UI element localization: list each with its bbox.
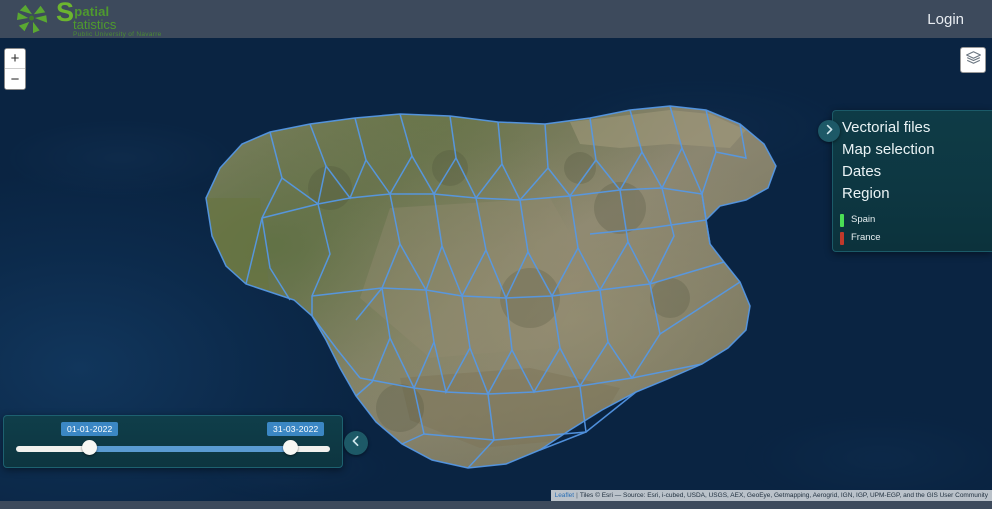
- attribution-separator: |: [576, 492, 578, 499]
- app-footer: [0, 501, 992, 509]
- legend-label-france: France: [851, 232, 881, 243]
- date-slider-start-label: 01-01-2022: [61, 422, 119, 436]
- attribution-text: Tiles © Esri — Source: Esri, i-cubed, US…: [579, 492, 988, 499]
- brand-word-statistics: tatistics: [73, 16, 117, 32]
- date-slider-start-handle[interactable]: [81, 440, 97, 455]
- panel-item-region[interactable]: Region: [833, 183, 992, 205]
- layers-icon: [965, 50, 982, 70]
- zoom-control[interactable]: + −: [4, 48, 26, 90]
- zoom-in-button[interactable]: +: [5, 49, 25, 69]
- region-legend: Spain France: [833, 211, 992, 247]
- legend-color-swatch-france: [840, 231, 844, 245]
- date-range-slider-panel: 01-01-2022 31-03-2022: [3, 415, 343, 468]
- leaflet-map[interactable]: + − Vectorial files Map selection Dates …: [0, 38, 992, 501]
- date-slider-end-handle[interactable]: [282, 440, 298, 455]
- panel-collapse-toggle[interactable]: [818, 120, 840, 142]
- panel-item-dates[interactable]: Dates: [833, 161, 992, 183]
- legend-item-spain[interactable]: Spain: [840, 211, 992, 229]
- map-attribution: Leaflet | Tiles © Esri — Source: Esri, i-c…: [550, 490, 992, 501]
- spatial-statistics-logo-icon: [14, 2, 52, 36]
- app-header: Spatial tatistics Public University of N…: [0, 0, 992, 38]
- brand-logo[interactable]: Spatial tatistics Public University of N…: [0, 0, 162, 38]
- layers-control-button[interactable]: [960, 47, 986, 73]
- chevron-left-icon: [350, 434, 362, 452]
- date-slider-collapse-toggle[interactable]: [344, 431, 368, 455]
- login-button[interactable]: Login: [907, 5, 984, 34]
- panel-item-vectorial-files[interactable]: Vectorial files: [833, 117, 992, 139]
- map-landmass-iberia: [150, 48, 810, 469]
- application-root: Spatial tatistics Public University of N…: [0, 0, 992, 509]
- date-slider-track[interactable]: [16, 440, 330, 455]
- panel-item-map-selection[interactable]: Map selection: [833, 139, 992, 161]
- chevron-right-icon: [824, 122, 835, 140]
- legend-item-france[interactable]: France: [840, 229, 992, 247]
- brand-subtitle: Public University of Navarre: [73, 30, 162, 38]
- brand-text: Spatial tatistics Public University of N…: [56, 0, 162, 38]
- legend-color-swatch-spain: [840, 213, 844, 227]
- brand-letter: S: [56, 0, 75, 27]
- leaflet-link[interactable]: Leaflet: [555, 492, 575, 499]
- map-options-panel: Vectorial files Map selection Dates Regi…: [818, 110, 992, 252]
- zoom-out-button[interactable]: −: [5, 69, 25, 89]
- legend-label-spain: Spain: [851, 214, 876, 225]
- date-slider-end-label: 31-03-2022: [267, 422, 325, 436]
- date-slider-selected-range: [85, 446, 290, 452]
